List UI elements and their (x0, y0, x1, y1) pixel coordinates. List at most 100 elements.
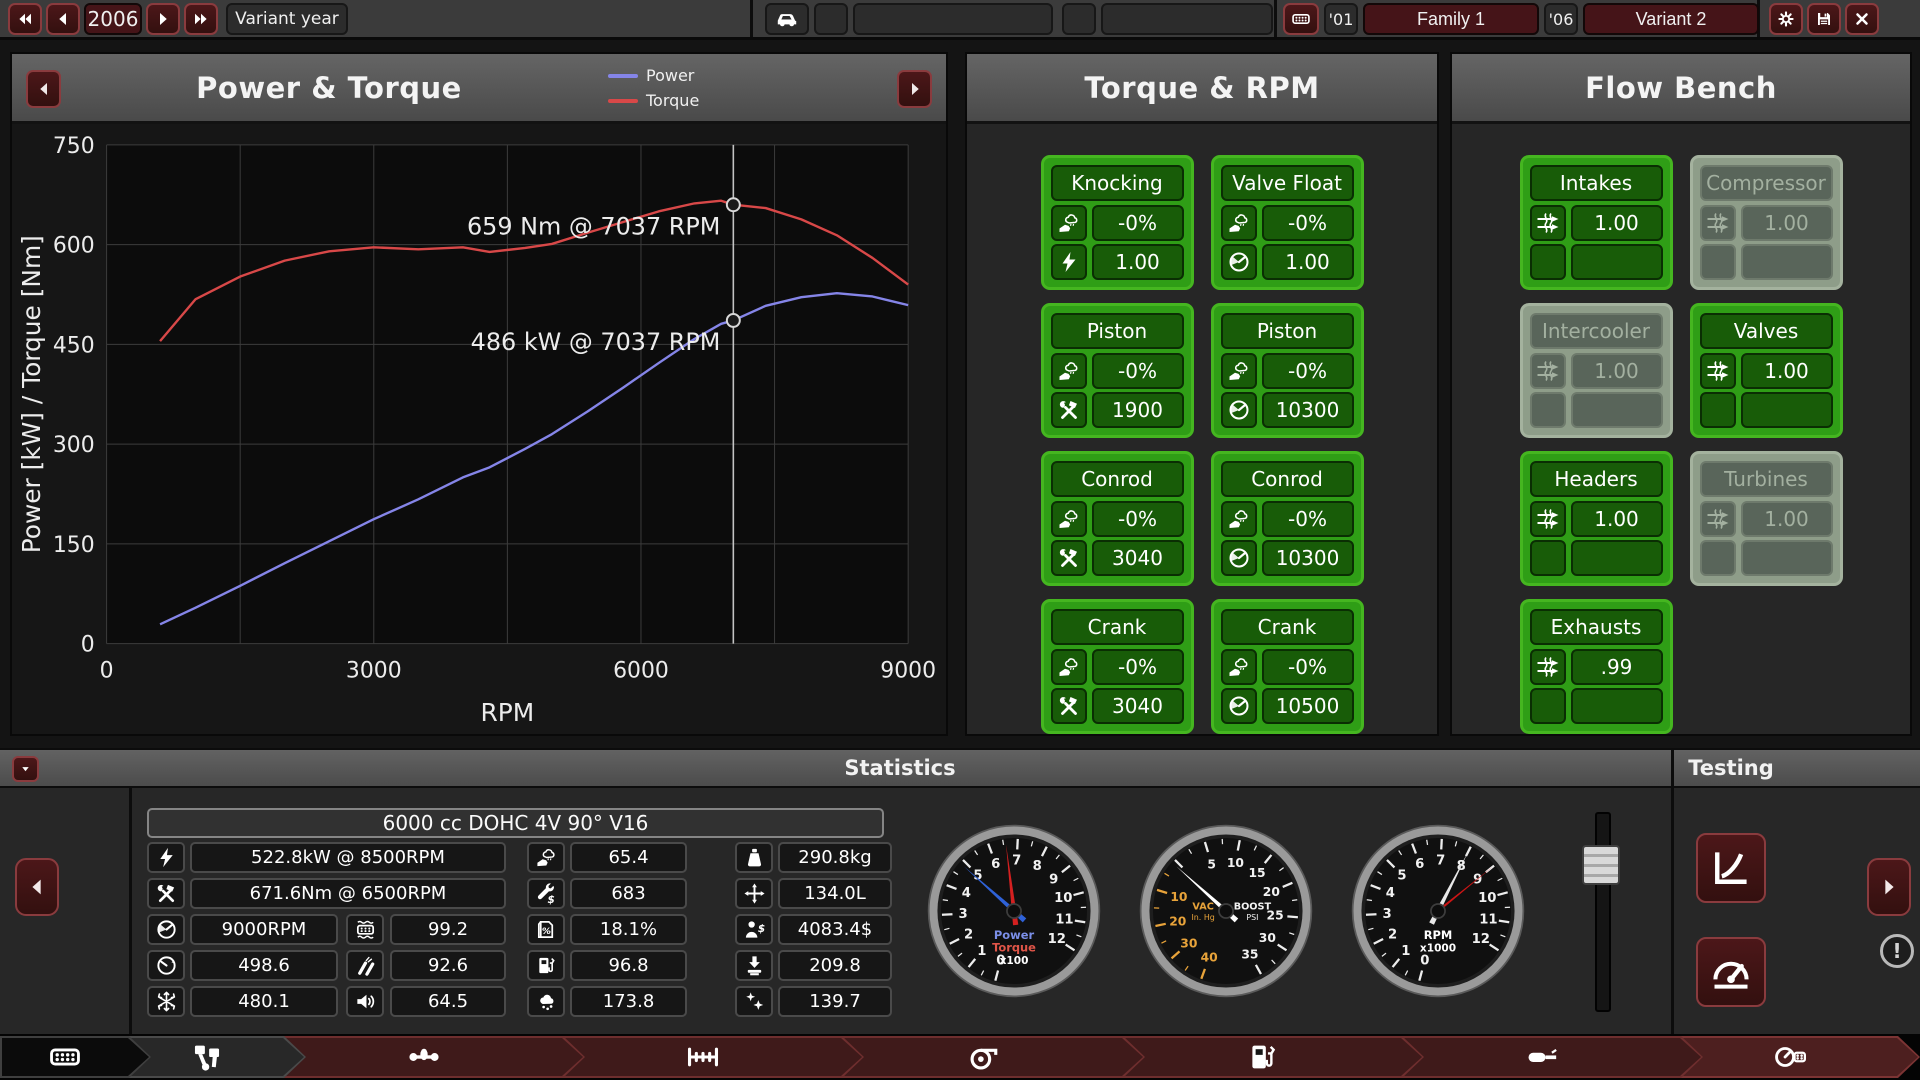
cell-icon-box (1700, 244, 1736, 280)
tab-camshaft[interactable] (284, 1036, 585, 1078)
engine-button[interactable] (1283, 3, 1319, 35)
stat-value: 683 (570, 878, 687, 909)
hammer-wrench-icon (155, 882, 178, 905)
cell-headers[interactable]: Headers1.00 (1520, 451, 1673, 586)
cell-exhausts[interactable]: Exhausts.99 (1520, 599, 1673, 734)
cell-title: Turbines (1700, 461, 1833, 497)
cell-conrod[interactable]: Conrod-0%3040 (1041, 451, 1194, 586)
stat-icon (527, 950, 565, 981)
gauge-test-button[interactable] (1696, 937, 1766, 1007)
rpm-gauge: 0123456789101112RPMx1000 (1350, 823, 1526, 999)
cell-value: 1.00 (1741, 501, 1833, 537)
tab-engine-block[interactable] (0, 1036, 151, 1078)
car-model-field[interactable] (853, 3, 1053, 35)
dyno-chart[interactable]: 01503004506007500300060009000RPMPower [k… (12, 127, 946, 734)
svg-text:2: 2 (964, 928, 973, 943)
stat-value: 671.6Nm @ 6500RPM (190, 878, 506, 909)
hammer-wrench-icon (1057, 694, 1081, 718)
stat-value: 92.6 (390, 950, 506, 981)
cell-icon-box (1051, 205, 1087, 241)
cell-crank[interactable]: Crank-0%10500 (1211, 599, 1364, 734)
cell-icon-box (1221, 205, 1257, 241)
cell-value: -0% (1092, 205, 1184, 241)
cell-value-empty (1571, 392, 1663, 428)
cell-compressor: Compressor 1.00 (1690, 155, 1843, 290)
divider (129, 788, 132, 1034)
settings-button[interactable] (1769, 3, 1803, 35)
tab-exhaust[interactable] (1402, 1036, 1703, 1078)
warning-icon: ! (1880, 934, 1914, 968)
cell-value: 1.00 (1741, 353, 1833, 389)
cell-conrod[interactable]: Conrod-0%10300 (1211, 451, 1364, 586)
cell-intakes[interactable]: Intakes1.00 (1520, 155, 1673, 290)
svg-text:5: 5 (1207, 857, 1216, 871)
cell-value: 3040 (1092, 688, 1184, 724)
close-button[interactable] (1845, 3, 1879, 35)
cell-crank[interactable]: Crank-0%3040 (1041, 599, 1194, 734)
cell-title: Compressor (1700, 165, 1833, 201)
tachometer-icon (1227, 546, 1251, 570)
collapse-statistics-button[interactable] (12, 756, 39, 782)
next-icon (1878, 876, 1900, 898)
svg-text:6: 6 (991, 857, 1000, 872)
knock-hand-icon (1227, 211, 1251, 235)
cell-knocking[interactable]: Knocking-0%1.00 (1041, 155, 1194, 290)
cell-piston[interactable]: Piston-0%1900 (1041, 303, 1194, 438)
dyno-curve-button[interactable] (1696, 833, 1766, 903)
tab-bore-stroke[interactable] (563, 1036, 864, 1078)
cell-icon-box (1051, 392, 1087, 428)
tab-dyno[interactable] (1681, 1036, 1920, 1078)
cell-icon-box (1221, 353, 1257, 389)
torque-rpm-panel: Torque & RPM Knocking-0%1.00Valve Float-… (965, 52, 1439, 736)
cell-icon-box (1530, 649, 1566, 685)
cell-value: 1.00 (1741, 205, 1833, 241)
variant-year-value[interactable]: 2006 (84, 3, 142, 35)
cell-value: -0% (1092, 501, 1184, 537)
variant-year-next-button[interactable] (146, 3, 180, 35)
variant-year-rewind-button[interactable] (8, 3, 42, 35)
svg-text:0: 0 (1420, 954, 1429, 969)
dyno-icon (1773, 1040, 1807, 1074)
cell-value: 1900 (1092, 392, 1184, 428)
cell-valve-float[interactable]: Valve Float-0%1.00 (1211, 155, 1364, 290)
flow-icon (1706, 211, 1730, 235)
svg-text:150: 150 (53, 533, 95, 558)
cell-valves[interactable]: Valves1.00 (1690, 303, 1843, 438)
lightning-icon (1057, 250, 1081, 274)
cell-piston[interactable]: Piston-0%10300 (1211, 303, 1364, 438)
hammer-wrench-icon (1057, 546, 1081, 570)
car-button[interactable] (765, 3, 809, 35)
stat-value: 209.8 (778, 950, 892, 981)
stat-value: 96.8 (570, 950, 687, 981)
knock-hand-icon (1227, 507, 1251, 531)
family-button[interactable]: Family 1 (1363, 3, 1539, 35)
svg-text:0: 0 (100, 658, 114, 683)
chart-title: Power & Torque (12, 71, 646, 105)
svg-text:PSI: PSI (1246, 913, 1258, 922)
chart-next-button[interactable] (897, 70, 932, 108)
trim-field[interactable] (1101, 3, 1273, 35)
trim-year-field[interactable] (1062, 3, 1096, 35)
cell-icon-box (1530, 392, 1566, 428)
svg-text:30: 30 (1180, 937, 1197, 951)
car-year-field[interactable] (814, 3, 848, 35)
save-button[interactable] (1807, 3, 1841, 35)
svg-text:15: 15 (1248, 866, 1265, 880)
tab-pistons[interactable] (129, 1036, 306, 1078)
variant-year-fastforward-button[interactable] (184, 3, 218, 35)
stats-next-button[interactable] (1867, 858, 1911, 916)
variant-button[interactable]: Variant 2 (1583, 3, 1759, 35)
tab-turbo[interactable] (842, 1036, 1145, 1078)
svg-text:3000: 3000 (346, 658, 402, 683)
stats-prev-button[interactable] (15, 858, 59, 916)
pistons-icon (190, 1040, 224, 1074)
prev-icon (54, 9, 72, 29)
legend-item: Power (608, 66, 699, 85)
tab-fuel-pump[interactable] (1123, 1036, 1424, 1078)
throttle-slider-handle[interactable] (1582, 845, 1620, 885)
variant-year-prev-button[interactable] (46, 3, 80, 35)
throttle-slider-track[interactable] (1595, 812, 1611, 1012)
testing-title: Testing (1688, 756, 1774, 780)
press-icon (743, 954, 766, 977)
cell-value: 1.00 (1092, 244, 1184, 280)
